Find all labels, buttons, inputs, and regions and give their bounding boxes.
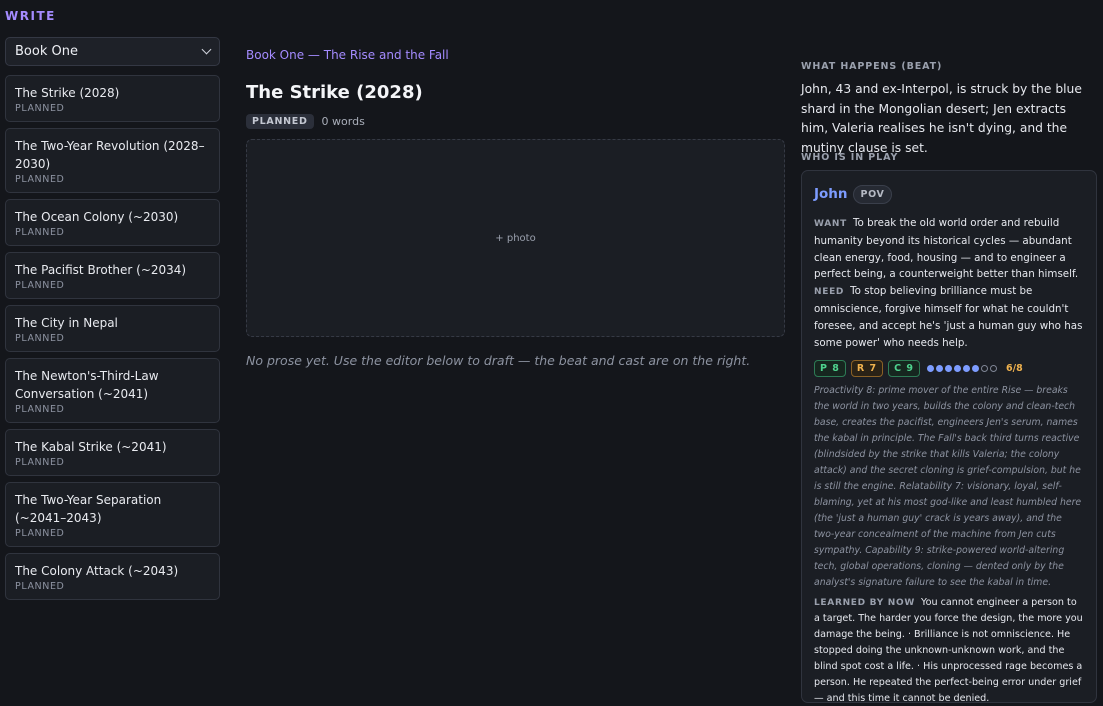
stats-row: P 8 R 7 C 9 6/8: [814, 358, 1084, 378]
learned-block: LEARNED BY NOW You cannot engineer a pers…: [814, 595, 1084, 706]
beat-status: PLANNED: [15, 528, 65, 539]
beat-item[interactable]: The Ocean Colony (~2030) PLANNED: [5, 199, 220, 246]
beat-item[interactable]: The Pacifist Brother (~2034) PLANNED: [5, 252, 220, 299]
learned-text: You cannot engineer a person to a target…: [814, 597, 1083, 705]
beat-item[interactable]: The Kabal Strike (~2041) PLANNED: [5, 429, 220, 476]
want-label: WANT: [814, 219, 847, 229]
beat-item[interactable]: The Two-Year Separation (~2041–2043) PLA…: [5, 482, 220, 547]
want-block: WANT To break the old world order and reb…: [814, 215, 1084, 283]
page-title: The Strike (2028): [246, 82, 423, 103]
proactivity-badge: P 8: [814, 359, 846, 377]
beat-title: The Two-Year Revolution (2028–2030): [15, 139, 205, 171]
beat-title: The City in Nepal: [15, 316, 118, 330]
beat-title: The Newton's-Third-Law Conversation (~20…: [15, 369, 159, 401]
rating-dot-filled: [927, 364, 935, 372]
beat-status: PLANNED: [15, 404, 65, 415]
beat-item[interactable]: The Colony Attack (~2043) PLANNED: [5, 553, 220, 600]
beat-item[interactable]: The City in Nepal PLANNED: [5, 305, 220, 352]
rating-dot-filled: [936, 364, 944, 372]
rating-dot-filled: [972, 364, 980, 372]
rating-dot-filled: [945, 364, 953, 372]
empty-prose-note: No prose yet. Use the editor below to dr…: [246, 353, 751, 368]
rating-dot-empty: [981, 364, 989, 372]
rating-dot-empty: [990, 364, 998, 372]
book-select[interactable]: Book One: [5, 37, 220, 66]
beat-item[interactable]: The Newton's-Third-Law Conversation (~20…: [5, 358, 220, 423]
rating-dots: [927, 364, 998, 372]
rating-score: 6/8: [1006, 362, 1023, 374]
beat-item[interactable]: The Two-Year Revolution (2028–2030) PLAN…: [5, 128, 220, 193]
section-label: WRITE: [5, 9, 56, 23]
cast-section-label: WHO IS IN PLAY: [801, 152, 899, 163]
character-analysis: Proactivity 8: prime mover of the entire…: [814, 385, 1082, 589]
write-screen: WRITE Book One The Strike (2028) PLANNED…: [0, 0, 1103, 706]
beat-section-label: WHAT HAPPENS (BEAT): [801, 61, 943, 72]
need-text: To stop believing brilliance must be omn…: [814, 285, 1083, 349]
relatability-badge: R 7: [850, 359, 884, 377]
word-count: 0 words: [321, 115, 365, 128]
pov-badge: POV: [852, 184, 893, 204]
want-text: To break the old world order and rebuild…: [814, 217, 1079, 281]
beat-title: The Pacifist Brother (~2034): [15, 263, 187, 277]
add-photo-label: + photo: [495, 232, 536, 244]
need-label: NEED: [814, 287, 845, 298]
capability-badge: C 9: [888, 359, 921, 377]
book-select-value: Book One: [15, 44, 78, 59]
beat-title: The Colony Attack (~2043): [15, 564, 179, 578]
beat-status: PLANNED: [15, 103, 65, 114]
beat-status: PLANNED: [15, 280, 65, 291]
beat-item[interactable]: The Strike (2028) PLANNED: [5, 75, 220, 122]
status-badge: PLANNED: [246, 114, 314, 129]
character-name[interactable]: John: [814, 186, 848, 202]
beat-title: The Two-Year Separation (~2041–2043): [15, 493, 162, 525]
need-block: NEED To stop believing brilliance must be…: [814, 283, 1084, 351]
learned-label: LEARNED BY NOW: [814, 598, 915, 609]
character-card: John POV WANT To break the old world orde…: [801, 170, 1097, 706]
beat-status: PLANNED: [15, 227, 65, 238]
breadcrumb[interactable]: Book One — The Rise and the Fall: [246, 48, 449, 62]
beat-status: PLANNED: [15, 581, 65, 592]
beat-title: The Ocean Colony (~2030): [15, 210, 179, 224]
rating-dot-filled: [954, 364, 962, 372]
rating-dot-filled: [963, 364, 971, 372]
chevron-down-icon: [201, 44, 212, 55]
beat-list: The Strike (2028) PLANNED The Two-Year R…: [5, 75, 220, 600]
beat-title: The Kabal Strike (~2041): [15, 440, 167, 454]
beat-status: PLANNED: [15, 174, 65, 185]
beat-status: PLANNED: [15, 457, 65, 468]
status-row: PLANNED 0 words: [246, 114, 365, 129]
character-header: John POV: [814, 182, 1084, 206]
beat-description: John, 43 and ex-Interpol, is struck by t…: [801, 82, 1082, 155]
beat-title: The Strike (2028): [15, 86, 120, 100]
add-photo-button[interactable]: + photo: [246, 139, 785, 337]
beat-status: PLANNED: [15, 333, 65, 344]
